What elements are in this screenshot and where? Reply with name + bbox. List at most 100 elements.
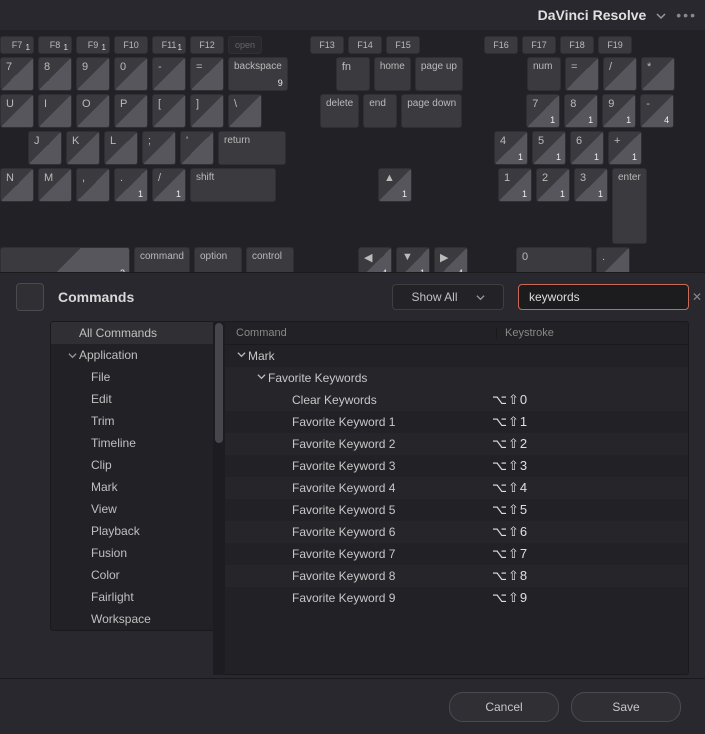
key-3[interactable]: 31 — [574, 168, 608, 202]
table-row[interactable]: Favorite Keyword 2⌥⇧2 — [224, 433, 688, 455]
key-u[interactable]: U — [0, 94, 34, 128]
sidebar-item-all[interactable]: All Commands — [51, 322, 223, 344]
table-row[interactable]: Mark — [224, 345, 688, 367]
key-[interactable]: = — [190, 57, 224, 91]
key-[interactable]: /1 — [152, 168, 186, 202]
scrollbar[interactable] — [213, 321, 225, 675]
sidebar-item-clip[interactable]: Clip — [51, 454, 223, 476]
save-button[interactable]: Save — [571, 692, 681, 722]
key-1[interactable]: 11 — [498, 168, 532, 202]
sidebar-item-color[interactable]: Color — [51, 564, 223, 586]
key-2[interactable]: 21 — [536, 168, 570, 202]
scrollbar-thumb[interactable] — [215, 323, 223, 443]
key-blank[interactable]: 2 — [0, 247, 130, 272]
sidebar-item-workspace[interactable]: Workspace — [51, 608, 223, 630]
key-0[interactable]: 0 — [114, 57, 148, 91]
key-[interactable]: ; — [142, 131, 176, 165]
key-7[interactable]: 71 — [526, 94, 560, 128]
key-[interactable]: +1 — [608, 131, 642, 165]
table-row[interactable]: Favorite Keyword 9⌥⇧9 — [224, 587, 688, 609]
key-f15[interactable]: F15 — [386, 36, 420, 54]
filter-dropdown[interactable]: Show All — [392, 284, 504, 310]
key-[interactable]: ◀4 — [358, 247, 392, 272]
chevron-down-icon[interactable] — [254, 372, 268, 384]
more-icon[interactable]: ••• — [676, 7, 697, 23]
key-[interactable]: , — [76, 168, 110, 202]
clear-icon[interactable]: ✕ — [692, 290, 702, 304]
key-backspace[interactable]: backspace9 — [228, 57, 288, 91]
table-row[interactable]: Favorite Keyword 7⌥⇧7 — [224, 543, 688, 565]
key-n[interactable]: N — [0, 168, 34, 202]
table-row[interactable]: Favorite Keyword 1⌥⇧1 — [224, 411, 688, 433]
key-[interactable]: ] — [190, 94, 224, 128]
key-[interactable]: [ — [152, 94, 186, 128]
cancel-button[interactable]: Cancel — [449, 692, 559, 722]
sidebar-item-mark[interactable]: Mark — [51, 476, 223, 498]
sidebar-item-edit[interactable]: Edit — [51, 388, 223, 410]
key-6[interactable]: 61 — [570, 131, 604, 165]
key-7[interactable]: 7 — [0, 57, 34, 91]
key-delete[interactable]: delete — [320, 94, 359, 128]
chevron-down-icon[interactable] — [656, 8, 666, 22]
key-[interactable]: / — [603, 57, 637, 91]
table-row[interactable]: Favorite Keyword 3⌥⇧3 — [224, 455, 688, 477]
key-pagedown[interactable]: page down — [401, 94, 462, 128]
key-k[interactable]: K — [66, 131, 100, 165]
key-8[interactable]: 81 — [564, 94, 598, 128]
sidebar-item-fusion[interactable]: Fusion — [51, 542, 223, 564]
key-f19[interactable]: F19 — [598, 36, 632, 54]
key-[interactable]: * — [641, 57, 675, 91]
key-f17[interactable]: F17 — [522, 36, 556, 54]
table-row[interactable]: Clear Keywords⌥⇧0 — [224, 389, 688, 411]
key-4[interactable]: 41 — [494, 131, 528, 165]
key-f12[interactable]: F12 — [190, 36, 224, 54]
key-[interactable]: ' — [180, 131, 214, 165]
key-9[interactable]: 9 — [76, 57, 110, 91]
key-5[interactable]: 51 — [532, 131, 566, 165]
table-row[interactable]: Favorite Keyword 5⌥⇧5 — [224, 499, 688, 521]
chevron-down-icon[interactable] — [234, 350, 248, 362]
column-keystroke[interactable]: Keystroke — [496, 327, 688, 339]
toggle-button[interactable] — [16, 283, 44, 311]
key-[interactable]: .1 — [114, 168, 148, 202]
key-num[interactable]: num — [527, 57, 561, 91]
key-i[interactable]: I — [38, 94, 72, 128]
search-field[interactable]: ✕ — [518, 284, 689, 310]
key-m[interactable]: M — [38, 168, 72, 202]
key-home[interactable]: home — [374, 57, 411, 91]
key-o[interactable]: O — [76, 94, 110, 128]
sidebar-item-file[interactable]: File — [51, 366, 223, 388]
table-row[interactable]: Favorite Keyword 6⌥⇧6 — [224, 521, 688, 543]
key-f14[interactable]: F14 — [348, 36, 382, 54]
key-f7[interactable]: F71 — [0, 36, 34, 54]
key-f11[interactable]: F111 — [152, 36, 186, 54]
key-f13[interactable]: F13 — [310, 36, 344, 54]
key-[interactable]: ▲1 — [378, 168, 412, 202]
key-[interactable]: - — [152, 57, 186, 91]
search-input[interactable] — [527, 289, 686, 305]
key-enter[interactable]: enter — [612, 168, 647, 244]
key-pageup[interactable]: page up — [415, 57, 463, 91]
key-8[interactable]: 8 — [38, 57, 72, 91]
column-command[interactable]: Command — [224, 327, 496, 339]
sidebar-item-view[interactable]: View — [51, 498, 223, 520]
key-end[interactable]: end — [363, 94, 397, 128]
key-fn[interactable]: fn — [336, 57, 370, 91]
key-return[interactable]: return — [218, 131, 286, 165]
key-f10[interactable]: F10 — [114, 36, 148, 54]
key-f18[interactable]: F18 — [560, 36, 594, 54]
key-j[interactable]: J — [28, 131, 62, 165]
table-row[interactable]: Favorite Keyword 8⌥⇧8 — [224, 565, 688, 587]
key-option[interactable]: option — [194, 247, 242, 272]
key-f9[interactable]: F91 — [76, 36, 110, 54]
key-open[interactable]: open — [228, 36, 262, 54]
key-[interactable]: . — [596, 247, 630, 272]
key-command[interactable]: command — [134, 247, 190, 272]
key-0[interactable]: 0 — [516, 247, 592, 272]
key-control[interactable]: control — [246, 247, 294, 272]
sidebar-item-playback[interactable]: Playback — [51, 520, 223, 542]
key-[interactable]: ▼1 — [396, 247, 430, 272]
sidebar-item-trim[interactable]: Trim — [51, 410, 223, 432]
key-[interactable]: -4 — [640, 94, 674, 128]
table-row[interactable]: Favorite Keywords — [224, 367, 688, 389]
